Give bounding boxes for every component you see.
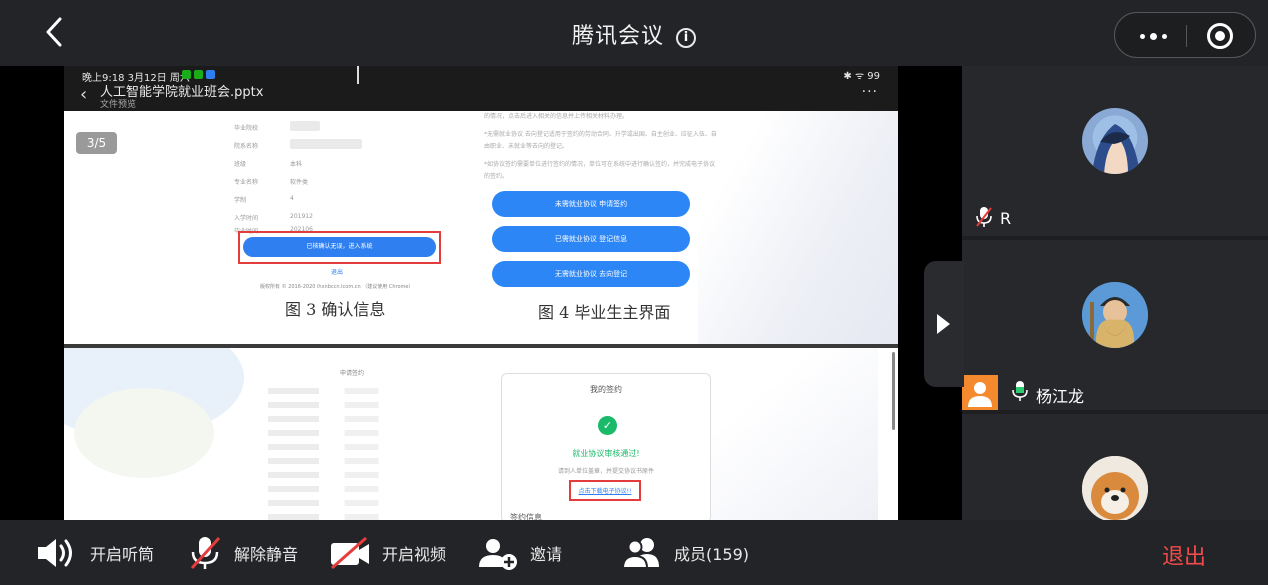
slide-page-3: 3/5 毕业院校 院系名称 班级 专业名称 学制 入学时间 毕业时间 本科 软件… (64, 111, 898, 344)
form-value: 软件类 (290, 179, 309, 186)
avatar (1082, 108, 1148, 174)
my-contract-screen: 我的签约 ✓ 就业协议审核通过! 请到人单位盖章，并提交协议书原件 点击下载电子… (501, 373, 711, 520)
video-label: 开启视频 (382, 544, 447, 564)
slide-decoration (698, 111, 898, 344)
text-cursor (357, 66, 359, 84)
play-arrow-icon (937, 314, 950, 334)
video-button[interactable]: 开启视频 (328, 520, 446, 585)
phone-status-bar: 晚上9:18 3月12日 周六 ✱ ᯤ 99 ‹ 人工智能学院就业班会.pptx… (64, 66, 898, 111)
highlight-box: 点击下载电子协议!! (569, 480, 641, 501)
form-label: 专业名称 (234, 179, 259, 186)
confirm-info-button: 已核确认无误，进入系统 (243, 237, 436, 257)
blurred-value (290, 121, 320, 131)
form-label: 入学时间 (234, 215, 259, 222)
doc-more-icon: ··· (861, 84, 878, 100)
blurred-value (290, 139, 362, 149)
figure-3-caption: 图 3 确认信息 (285, 300, 386, 319)
mic-active-icon (1012, 380, 1028, 402)
members-button[interactable]: 成员(159) (620, 520, 749, 585)
members-icon (620, 535, 664, 571)
collapse-panel-button[interactable] (924, 261, 964, 387)
members-label: 成员(159) (674, 544, 750, 564)
form-label: 学制 (234, 197, 247, 204)
invite-label: 邀请 (530, 544, 563, 564)
form-label: 毕业院校 (234, 125, 259, 132)
participant-panel: R 杨江龙 (962, 66, 1268, 520)
speaker-label: 开启听筒 (90, 544, 155, 564)
status-right-icons: ✱ ᯤ 99 (843, 71, 880, 82)
download-agreement-link: 点击下载电子协议!! (578, 488, 632, 495)
slide-paragraph: 的情况，点击后进入相关的信息并上传相关材料办理。 (484, 113, 629, 120)
participant-name: R (1000, 209, 1012, 228)
participant-name: 杨江龙 (1036, 387, 1085, 406)
bottom-toolbar: 开启听筒 解除静音 开启视频 邀请 成员(159) 退出 (0, 520, 1268, 585)
mic-muted-icon (186, 535, 224, 571)
slide-paragraph: *如协议签约需要单位进行签约的情况，单位可在系统中进行确认签约，并完成电子协议的… (484, 161, 716, 180)
logout-link: 退出 (331, 269, 344, 276)
speaker-icon (36, 535, 80, 571)
speaker-button[interactable]: 开启听筒 (36, 520, 154, 585)
add-user-icon (476, 535, 520, 571)
register-info-button: 已需就业协议 登记信息 (492, 226, 690, 252)
form-label: 班级 (234, 161, 247, 168)
destination-register-button: 无需就业协议 去向登记 (492, 261, 690, 287)
slide-paragraph: *无需就业协议 去向登记适用于签约的劳动合同、升学或出国、自主创业、应征入伍、自… (484, 131, 717, 150)
my-contract-title: 我的签约 (590, 385, 622, 394)
document-subtitle: 文件预览 (100, 100, 137, 110)
form-value: 本科 (290, 161, 303, 168)
shared-screen-area: 晚上9:18 3月12日 周六 ✱ ᯤ 99 ‹ 人工智能学院就业班会.pptx… (0, 66, 962, 520)
apply-page-title: 申请签约 (340, 370, 365, 377)
form-value: 4 (290, 195, 294, 202)
check-icon: ✓ (598, 416, 617, 435)
mini-program-capsule (1114, 12, 1256, 58)
form-value: 201912 (290, 213, 313, 220)
page-indicator: 3/5 (76, 132, 117, 154)
success-text: 就业协议审核通过! (572, 449, 640, 458)
unmute-button[interactable]: 解除静音 (186, 520, 298, 585)
participant-tile[interactable]: 杨江龙 (962, 240, 1268, 410)
participant-tile[interactable]: R (962, 66, 1268, 236)
contract-info-label: 签约信息 (510, 513, 542, 520)
hint-text: 请到人单位盖章，并提交协议书原件 (557, 468, 654, 475)
slide-page-4: 申请签约 我的签约 ✓ 就业协议审核通过! 请到人单位盖章，并提交协议书原件 点… (64, 348, 898, 520)
target-icon[interactable] (1207, 23, 1233, 49)
info-icon[interactable]: i (676, 28, 696, 48)
doc-back-icon: ‹ (80, 84, 88, 105)
slide-decoration (698, 348, 878, 520)
avatar (1082, 282, 1148, 348)
unmute-label: 解除静音 (234, 544, 299, 564)
top-bar: 腾讯会议 i (0, 0, 1268, 66)
participant-tile[interactable] (962, 414, 1268, 520)
form-label: 院系名称 (234, 143, 259, 150)
user-badge-icon (962, 375, 998, 410)
meeting-title-area: 腾讯会议 i (0, 18, 1268, 50)
capsule-divider (1186, 25, 1187, 47)
apply-sign-button: 未需就业协议 申请签约 (492, 191, 690, 217)
slide-decoration (74, 388, 214, 478)
status-app-icons (182, 70, 215, 79)
shared-phone-screen: 晚上9:18 3月12日 周六 ✱ ᯤ 99 ‹ 人工智能学院就业班会.pptx… (64, 66, 898, 520)
figure-4-caption: 图 4 毕业生主界面 (538, 303, 671, 322)
more-dots-icon[interactable] (1133, 26, 1173, 46)
mic-muted-icon (976, 206, 992, 228)
slide-footer-text: 版权所有 © 2016-2020 ihxnbccn.lcom.cn （建议使用 … (260, 284, 414, 290)
exit-button[interactable]: 退出 (1162, 539, 1206, 571)
invite-button[interactable]: 邀请 (476, 520, 562, 585)
app-title: 腾讯会议 (571, 24, 664, 49)
avatar (1082, 456, 1148, 520)
video-off-icon (328, 535, 372, 571)
form-lines (268, 388, 438, 520)
scrollbar[interactable] (892, 352, 895, 430)
